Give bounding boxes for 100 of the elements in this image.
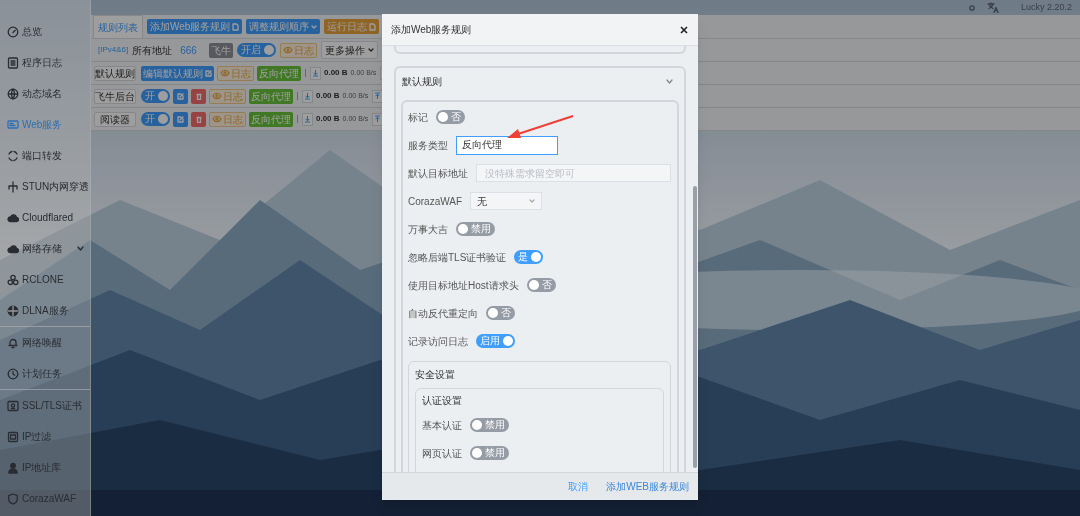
edit-icon: [177, 115, 184, 123]
cloud-icon: [7, 242, 19, 255]
delete-button[interactable]: [191, 88, 206, 104]
field-label: 标记: [408, 110, 428, 125]
field-label: 默认目标地址: [408, 166, 468, 181]
toggle-switch[interactable]: 开: [141, 89, 170, 103]
document-icon: [7, 56, 19, 69]
protocol-label: [IPv4&6]: [98, 44, 129, 56]
globe-icon: [7, 87, 19, 100]
close-icon[interactable]: [679, 24, 689, 35]
type-tag: 反向代理: [249, 88, 293, 104]
field-label: 万事大吉: [408, 222, 448, 237]
scrollbar-thumb[interactable]: [693, 186, 697, 468]
translate-icon: [986, 2, 999, 13]
section-title: 默认规则: [402, 74, 442, 89]
edit-icon: [205, 69, 212, 77]
edit-button[interactable]: [173, 88, 188, 104]
eye-icon: [212, 114, 222, 124]
download-icon: [310, 66, 321, 80]
card-title: 安全设置: [415, 367, 455, 382]
field-label: 忽略后端TLS证书验证: [408, 250, 507, 265]
tab[interactable]: 规则列表: [93, 15, 143, 38]
sidebar-item[interactable]: STUN内网穿透: [0, 171, 90, 202]
edit-default-button[interactable]: 编辑默认规则: [141, 65, 214, 81]
fork-icon: [7, 180, 19, 193]
field-label: 自动反代重定向: [408, 306, 478, 321]
cancel-button[interactable]: 取消: [568, 479, 589, 494]
eye-icon: [220, 68, 230, 78]
sidebar-item[interactable]: 端口转发: [0, 140, 90, 171]
caret-icon: [367, 48, 374, 52]
traffic-value: 0.00 B: [316, 90, 340, 102]
caret-icon: [529, 199, 536, 203]
rule-name-chip: 飞牛后台: [94, 88, 136, 104]
toggle-switch[interactable]: 是: [514, 250, 544, 264]
toggle-switch[interactable]: 否: [486, 306, 515, 320]
toggle-switch[interactable]: 禁用: [470, 446, 509, 460]
shield-icon: [7, 492, 19, 505]
sidebar-item[interactable]: 网络唤醒: [0, 327, 90, 358]
port-label: 666: [180, 43, 197, 58]
sidebar-item[interactable]: RCLONE: [0, 264, 90, 295]
rule-name-chip: 阅读器: [94, 111, 136, 127]
card-title: 认证设置: [422, 393, 462, 408]
sidebar-item[interactable]: 总览: [0, 16, 90, 47]
toggle-switch[interactable]: 开启: [236, 43, 276, 57]
sidebar-item[interactable]: 动态域名: [0, 78, 90, 109]
sidebar-item[interactable]: 程序日志: [0, 47, 90, 78]
log-button[interactable]: 日志: [217, 65, 254, 81]
trash-icon: [195, 92, 202, 100]
caret-icon: [311, 24, 318, 29]
ring-icon: [7, 149, 19, 162]
log-button[interactable]: 日志: [209, 88, 246, 104]
toolbar-button[interactable]: 调整规则顺序: [246, 19, 321, 34]
globe-icon: [7, 304, 19, 317]
certificate-icon: [7, 399, 19, 412]
text-field[interactable]: 反向代理: [456, 135, 558, 155]
download-icon: [302, 89, 313, 103]
more-dropdown[interactable]: 更多操作: [320, 41, 378, 59]
circle-icon: [968, 4, 975, 11]
toggle-switch[interactable]: 否: [436, 110, 465, 124]
traffic-value: 0.00 B: [316, 113, 340, 125]
toolbar-button[interactable]: 添加Web服务规则: [147, 19, 243, 34]
sidebar-item[interactable]: SSL/TLS证书: [0, 390, 90, 421]
sidebar-item[interactable]: 计划任务: [0, 358, 90, 389]
gauge-icon: [7, 25, 19, 38]
field-label: 服务类型: [408, 138, 448, 153]
log-button[interactable]: 日志: [209, 111, 246, 127]
traffic-value: 0.00 B: [324, 67, 348, 79]
toggle-switch[interactable]: 否: [526, 278, 556, 292]
bell-icon: [7, 336, 19, 349]
sidebar-item[interactable]: Web服务: [0, 109, 90, 140]
toggle-switch[interactable]: 禁用: [456, 222, 495, 236]
frame-icon: [7, 430, 19, 443]
sidebar-item[interactable]: Cloudflared: [0, 202, 90, 233]
toggle-switch[interactable]: 启用: [476, 334, 515, 348]
rule-name-button[interactable]: 飞牛: [208, 42, 233, 58]
toggle-switch[interactable]: 开: [141, 112, 170, 126]
field-label: 使用目标地址Host请求头: [408, 278, 519, 293]
monitor-icon: [7, 118, 19, 131]
edit-icon: [177, 92, 184, 100]
field-label: 基本认证: [422, 418, 462, 433]
download-icon: [302, 112, 313, 126]
confirm-button[interactable]: 添加WEB服务规则: [606, 479, 689, 494]
edit-button[interactable]: [173, 111, 188, 127]
sidebar-item[interactable]: 网络存储: [0, 233, 90, 264]
cluster-icon: [7, 273, 19, 286]
sidebar-item[interactable]: IP过滤: [0, 421, 90, 452]
type-tag: 反向代理: [249, 111, 293, 127]
toolbar-button[interactable]: 运行日志: [324, 19, 380, 34]
sidebar-item[interactable]: DLNA服务: [0, 295, 90, 326]
delete-button[interactable]: [191, 111, 206, 127]
log-button[interactable]: 日志: [279, 42, 317, 58]
dialog-title: 添加Web服务规则: [391, 23, 472, 37]
address-label: 所有地址: [132, 43, 173, 58]
document-icon: [232, 22, 240, 31]
rule-name-chip: 默认规则: [94, 65, 136, 81]
trash-icon: [195, 115, 202, 123]
toggle-switch[interactable]: 禁用: [470, 418, 509, 432]
arrow-drawing: [505, 114, 575, 141]
select-field[interactable]: 无: [470, 192, 543, 210]
cloud-icon: [7, 211, 19, 224]
